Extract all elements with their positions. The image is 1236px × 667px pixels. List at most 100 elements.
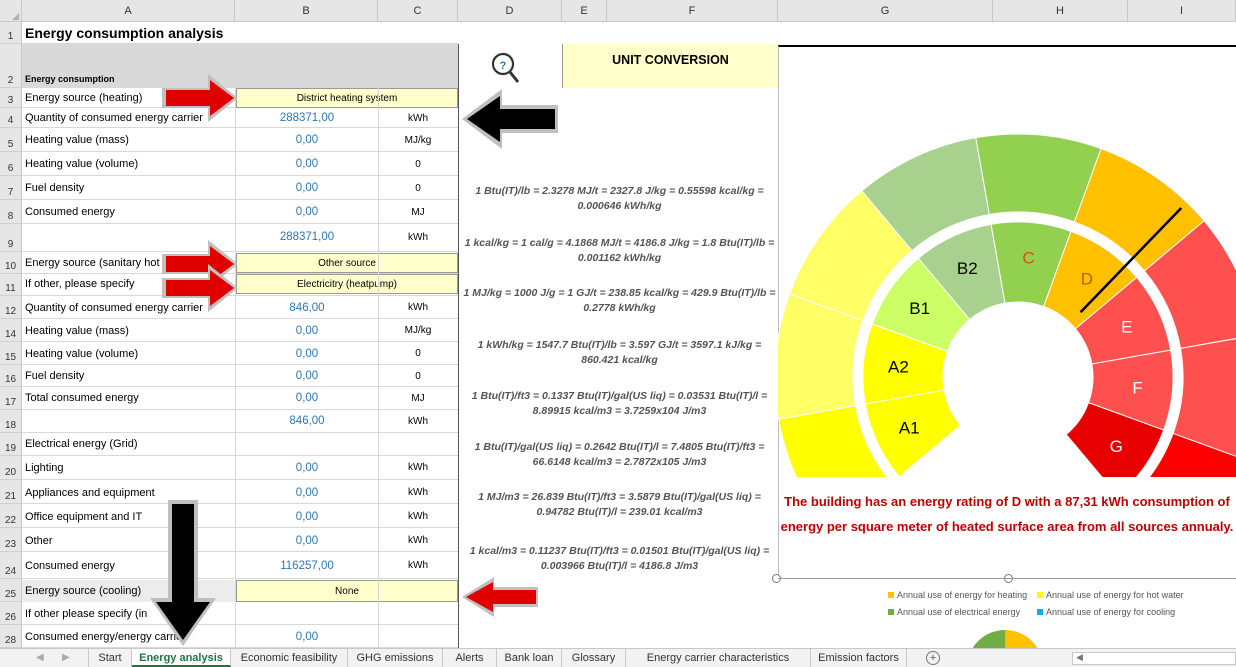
label-heating-value-volume-2[interactable]: Heating value (volume) — [22, 343, 235, 364]
tab-start[interactable]: Start — [88, 649, 132, 667]
horizontal-scrollbar[interactable]: ◀ — [1072, 652, 1236, 665]
quantity-hot-water-value[interactable]: 846,00 — [236, 297, 378, 318]
energy-rating-gauge[interactable]: A1 A2 B1 B2 C D E F G — [778, 47, 1236, 477]
add-sheet-button[interactable]: + — [926, 651, 940, 665]
label-fuel-density[interactable]: Fuel density — [22, 176, 235, 200]
row-header-7[interactable]: 7 — [0, 176, 22, 200]
column-header-bar: A B C D E F G H I — [0, 0, 1236, 22]
tab-energy-carrier-characteristics[interactable]: Energy carrier characteristics — [626, 649, 811, 667]
label-heating-value-mass-2[interactable]: Heating value (mass) — [22, 320, 235, 341]
column-header-b[interactable]: B — [235, 0, 378, 22]
hot-water-other-select[interactable]: Electricitry (heatpump) — [236, 274, 458, 294]
row-header-22[interactable]: 22 — [0, 504, 22, 528]
energy-rating-text[interactable]: The building has an energy rating of D w… — [778, 489, 1236, 539]
gauge-label-B2: B2 — [957, 259, 978, 278]
row-header-25[interactable]: 25 — [0, 579, 22, 602]
tab-ghg-emissions[interactable]: GHG emissions — [348, 649, 443, 667]
label-total-consumed-energy[interactable]: Total consumed energy — [22, 387, 235, 409]
heating-value-volume-2[interactable]: 0,00 — [236, 343, 378, 364]
row-header-20[interactable]: 20 — [0, 456, 22, 480]
magnifier-icon-graphic: ? — [491, 52, 520, 83]
row-header-23[interactable]: 23 — [0, 528, 22, 552]
row-gridline — [22, 479, 458, 480]
select-all-corner[interactable] — [0, 0, 22, 22]
tab-glossary[interactable]: Glossary — [562, 649, 626, 667]
tab-alerts[interactable]: Alerts — [443, 649, 497, 667]
scroll-left-icon[interactable]: ◀ — [1076, 652, 1083, 663]
consumed-energy-electric-value[interactable]: 116257,00 — [236, 554, 378, 577]
pie-chart-partial[interactable] — [960, 628, 1050, 648]
fuel-density-2-value[interactable]: 0,00 — [236, 366, 378, 386]
heating-value-mass-2-unit: MJ/kg — [404, 325, 432, 336]
label-heating-value-mass[interactable]: Heating value (mass) — [22, 128, 235, 152]
row-header-4[interactable]: 4 — [0, 108, 22, 128]
unit-conversion-heading[interactable]: UNIT CONVERSION — [562, 44, 778, 88]
label-lighting[interactable]: Lighting — [22, 456, 235, 479]
column-header-c[interactable]: C — [378, 0, 458, 22]
label-electrical-energy-grid[interactable]: Electrical energy (Grid) — [22, 433, 458, 455]
hot-water-total-value[interactable]: 846,00 — [236, 410, 378, 432]
fuel-density-unit: 0 — [415, 182, 421, 194]
row-header-9[interactable]: 9 — [0, 224, 22, 252]
tab-bank-loan[interactable]: Bank loan — [497, 649, 562, 667]
heating-value-mass-2[interactable]: 0,00 — [236, 320, 378, 341]
row-header-26[interactable]: 26 — [0, 602, 22, 625]
row-header-11[interactable]: 11 — [0, 274, 22, 296]
label-consumed-energy[interactable]: Consumed energy — [22, 200, 235, 224]
quantity-heating-value[interactable]: 288371,00 — [236, 108, 378, 128]
hot-water-source-select[interactable]: Other source — [236, 253, 458, 273]
conversion-line-1: 1 Btu(IT)/lb = 2.3278 MJ/t = 2327.8 J/kg… — [475, 185, 764, 212]
tab-energy-analysis[interactable]: Energy analysis — [132, 649, 231, 667]
total-consumed-energy-unit: MJ — [411, 392, 425, 404]
tab-scroll-left-icon[interactable]: ◀ — [36, 649, 44, 667]
column-header-i[interactable]: I — [1128, 0, 1236, 22]
row-header-21[interactable]: 21 — [0, 480, 22, 504]
row-header-8[interactable]: 8 — [0, 200, 22, 224]
fuel-density-value[interactable]: 0,00 — [236, 176, 378, 200]
row-header-12[interactable]: 12 — [0, 296, 22, 319]
row-header-6[interactable]: 6 — [0, 152, 22, 176]
column-header-a[interactable]: A — [22, 0, 235, 22]
row-header-19[interactable]: 19 — [0, 433, 22, 456]
column-header-f[interactable]: F — [607, 0, 778, 22]
tab-economic-feasibility[interactable]: Economic feasibility — [231, 649, 348, 667]
row-header-17[interactable]: 17 — [0, 387, 22, 410]
row-header-5[interactable]: 5 — [0, 128, 22, 152]
label-fuel-density-2[interactable]: Fuel density — [22, 366, 235, 386]
consumed-energy-carrier-value[interactable]: 0,00 — [236, 626, 378, 648]
total-consumed-energy-value[interactable]: 0,00 — [236, 387, 378, 409]
row-header-2[interactable]: 2 — [0, 44, 22, 88]
tab-emission-factors[interactable]: Emission factors — [811, 649, 907, 667]
row-header-24[interactable]: 24 — [0, 552, 22, 579]
gauge-label-A2: A2 — [888, 358, 909, 377]
other-value[interactable]: 0,00 — [236, 529, 378, 552]
row-header-1[interactable]: 1 — [0, 22, 22, 44]
search-icon[interactable]: ? — [490, 50, 520, 86]
column-header-e[interactable]: E — [562, 0, 607, 22]
heating-source-select[interactable]: District heating system — [236, 88, 458, 108]
column-header-d[interactable]: D — [458, 0, 562, 22]
office-equipment-value[interactable]: 0,00 — [236, 505, 378, 528]
column-header-g[interactable]: G — [778, 0, 993, 22]
row-header-10[interactable]: 10 — [0, 252, 22, 274]
consumed-energy-value[interactable]: 0,00 — [236, 200, 378, 224]
heating-total-value[interactable]: 288371,00 — [236, 224, 378, 250]
label-cooling-other-text: If other please specify (in — [25, 608, 148, 620]
lighting-value[interactable]: 0,00 — [236, 456, 378, 479]
row-header-15[interactable]: 15 — [0, 342, 22, 365]
row-header-14[interactable]: 14 — [0, 319, 22, 342]
column-header-h[interactable]: H — [993, 0, 1128, 22]
heating-value-mass[interactable]: 0,00 — [236, 128, 378, 152]
row-header-28[interactable]: 28 — [0, 625, 22, 648]
row-header-16[interactable]: 16 — [0, 365, 22, 387]
row-header-3[interactable]: 3 — [0, 88, 22, 108]
heating-value-volume[interactable]: 0,00 — [236, 152, 378, 176]
row-header-18[interactable]: 18 — [0, 410, 22, 433]
label-heating-value-volume[interactable]: Heating value (volume) — [22, 152, 235, 176]
appliances-value[interactable]: 0,00 — [236, 481, 378, 504]
cooling-source-select[interactable]: None — [236, 580, 458, 602]
row-gridline — [22, 364, 458, 365]
sheet-title[interactable]: Energy consumption analysis — [22, 22, 458, 44]
tab-scroll-right-icon[interactable]: ▶ — [62, 649, 70, 667]
conversion-line-4: 1 kWh/kg = 1547.7 Btu(IT)/lb = 3.597 GJ/… — [477, 339, 762, 366]
